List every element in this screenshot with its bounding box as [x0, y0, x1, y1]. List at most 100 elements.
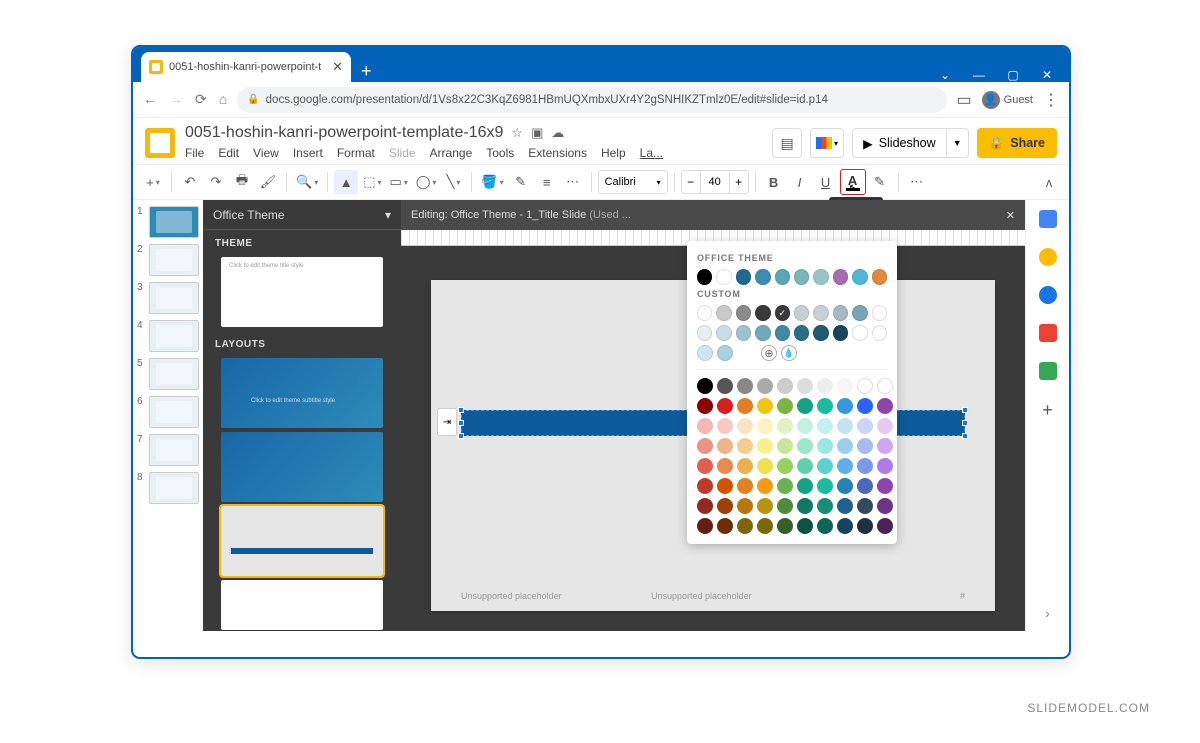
color-swatch[interactable]: [697, 378, 713, 394]
color-swatch[interactable]: [817, 478, 833, 494]
color-swatch[interactable]: [737, 378, 753, 394]
menu-arrange[interactable]: Arrange: [430, 146, 473, 160]
color-swatch[interactable]: [797, 478, 813, 494]
textbox-button[interactable]: ⬚: [360, 170, 384, 194]
color-swatch[interactable]: [794, 325, 809, 341]
print-button[interactable]: 🖶: [230, 170, 254, 194]
color-swatch[interactable]: [837, 478, 853, 494]
color-swatch[interactable]: [736, 325, 751, 341]
color-swatch[interactable]: [877, 458, 893, 474]
color-swatch[interactable]: [717, 438, 733, 454]
color-swatch[interactable]: [737, 518, 753, 534]
color-swatch[interactable]: [717, 458, 733, 474]
theme-master-card[interactable]: Click to edit theme title style: [221, 257, 383, 327]
color-swatch[interactable]: [877, 378, 893, 394]
underline-button[interactable]: U: [814, 170, 838, 194]
bold-button[interactable]: B: [762, 170, 786, 194]
undo-button[interactable]: ↶: [178, 170, 202, 194]
border-weight-button[interactable]: ≡: [535, 170, 559, 194]
menu-edit[interactable]: Edit: [218, 146, 239, 160]
add-custom-color-button[interactable]: ⊕: [761, 345, 777, 361]
menu-extensions[interactable]: Extensions: [528, 146, 587, 160]
paint-format-button[interactable]: 🖌: [256, 170, 280, 194]
color-swatch[interactable]: [817, 518, 833, 534]
color-swatch[interactable]: [833, 305, 848, 321]
zoom-button[interactable]: 🔍: [293, 170, 321, 194]
color-swatch[interactable]: [813, 305, 828, 321]
color-swatch[interactable]: [717, 478, 733, 494]
color-swatch[interactable]: [813, 325, 828, 341]
layout-card-1[interactable]: Click to edit theme subtitle style: [221, 358, 383, 428]
color-swatch[interactable]: [717, 378, 733, 394]
tab-close-icon[interactable]: ✕: [332, 59, 343, 75]
color-swatch[interactable]: [797, 498, 813, 514]
menu-file[interactable]: File: [185, 146, 204, 160]
menu-slide[interactable]: Slide: [389, 146, 416, 160]
slides-logo-icon[interactable]: [145, 128, 175, 158]
thumb-7[interactable]: [149, 434, 199, 466]
color-swatch[interactable]: [794, 269, 809, 285]
menu-view[interactable]: View: [253, 146, 279, 160]
thumb-1[interactable]: [149, 206, 199, 238]
color-swatch[interactable]: [797, 438, 813, 454]
color-swatch[interactable]: [697, 345, 713, 361]
color-swatch[interactable]: [737, 458, 753, 474]
color-swatch[interactable]: [737, 498, 753, 514]
color-swatch[interactable]: [837, 378, 853, 394]
star-icon[interactable]: ☆: [511, 125, 523, 141]
color-swatch[interactable]: [817, 458, 833, 474]
color-swatch[interactable]: [817, 378, 833, 394]
border-color-button[interactable]: ✎: [509, 170, 533, 194]
color-swatch[interactable]: [777, 418, 793, 434]
color-swatch[interactable]: [872, 269, 887, 285]
color-swatch[interactable]: [737, 398, 753, 414]
nav-reload-button[interactable]: ⟳: [195, 91, 207, 108]
color-swatch[interactable]: [877, 438, 893, 454]
calendar-addon-icon[interactable]: [1039, 210, 1057, 228]
color-swatch[interactable]: [877, 418, 893, 434]
window-maximize-button[interactable]: ▢: [1007, 68, 1019, 82]
color-swatch[interactable]: [833, 325, 848, 341]
line-button[interactable]: ╲: [441, 170, 465, 194]
color-swatch[interactable]: [697, 498, 713, 514]
color-swatch[interactable]: [736, 269, 751, 285]
collapse-toolbar-button[interactable]: ʌ: [1037, 170, 1061, 194]
thumb-8[interactable]: [149, 472, 199, 504]
font-size-decrease[interactable]: −: [681, 170, 701, 194]
layout-card-4[interactable]: [221, 580, 383, 630]
color-swatch[interactable]: [857, 418, 873, 434]
outdent-handle-icon[interactable]: ⇥: [437, 408, 457, 436]
color-swatch[interactable]: [817, 438, 833, 454]
color-swatch[interactable]: [797, 398, 813, 414]
color-swatch[interactable]: [877, 518, 893, 534]
window-minimize-button[interactable]: —: [973, 68, 985, 82]
color-swatch[interactable]: [777, 478, 793, 494]
menu-help[interactable]: Help: [601, 146, 626, 160]
color-swatch[interactable]: [737, 438, 753, 454]
color-swatch[interactable]: [857, 518, 873, 534]
menu-insert[interactable]: Insert: [293, 146, 323, 160]
slideshow-dropdown[interactable]: ▼: [947, 128, 969, 158]
color-swatch[interactable]: [755, 325, 770, 341]
color-swatch[interactable]: [697, 458, 713, 474]
color-swatch[interactable]: [757, 418, 773, 434]
panel-icon[interactable]: ▭: [957, 90, 972, 110]
color-swatch[interactable]: [817, 418, 833, 434]
menu-format[interactable]: Format: [337, 146, 375, 160]
color-swatch[interactable]: [817, 498, 833, 514]
color-swatch[interactable]: [737, 478, 753, 494]
menu-tools[interactable]: Tools: [486, 146, 514, 160]
nav-forward-button[interactable]: →: [169, 91, 183, 108]
redo-button[interactable]: ↷: [204, 170, 228, 194]
color-swatch[interactable]: [716, 305, 731, 321]
color-swatch[interactable]: [757, 458, 773, 474]
browser-menu-button[interactable]: ⋮: [1043, 90, 1059, 110]
thumb-3[interactable]: [149, 282, 199, 314]
color-swatch[interactable]: [716, 269, 731, 285]
meet-button[interactable]: ▾: [810, 128, 844, 158]
color-swatch[interactable]: [717, 398, 733, 414]
color-swatch[interactable]: [797, 458, 813, 474]
color-swatch[interactable]: [777, 458, 793, 474]
color-swatch[interactable]: [852, 269, 867, 285]
color-swatch[interactable]: [757, 398, 773, 414]
